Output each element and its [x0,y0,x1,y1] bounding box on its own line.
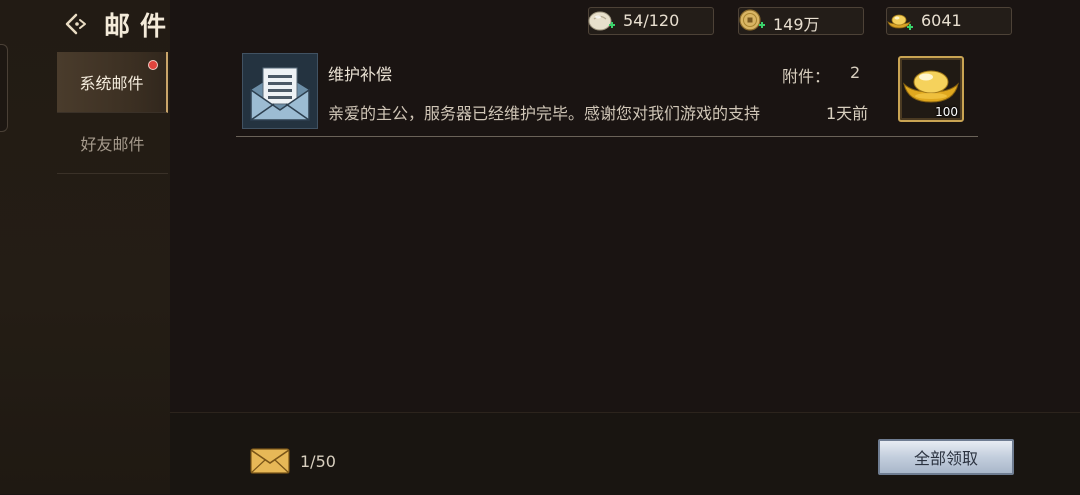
back-arrow-icon [65,13,86,35]
attachment-count: 2 [850,63,861,82]
gold-ingots-value: 6041 [921,11,962,30]
page-title: 邮件 [104,12,177,42]
coins-resource[interactable]: 149万 [738,7,864,35]
mail-subject: 维护补偿 [328,65,393,84]
gold-ingot-icon [903,70,959,103]
gold-ingot-icon [887,14,913,30]
stamina-value: 54/120 [623,11,680,30]
claim-all-button[interactable]: 全部领取 [878,439,1014,475]
reward-quantity: 100 [935,105,958,119]
sidebar-item-label: 系统邮件 [79,74,144,93]
mail-preview: 亲爱的主公，服务器已经维护完毕。感谢您对我们游戏的支持 [328,104,761,123]
mail-count: 1/50 [300,452,336,471]
edge-drawer-handle[interactable] [0,44,8,132]
envelope-icon [250,448,290,474]
mail-timestamp: 1天前 [826,104,869,123]
gold-ingot-resource[interactable]: 6041 [886,7,1012,35]
notification-dot [148,60,158,70]
reward-slot[interactable]: 100 [898,56,964,122]
attachment-label: 附件： [782,67,831,86]
stamina-resource[interactable]: 54/120 [588,7,714,35]
sidebar-item-system-mail[interactable]: 系统邮件 [57,52,168,113]
sidebar: 系统邮件 好友邮件 [57,52,168,174]
mail-thumbnail [242,53,318,129]
back-button[interactable] [62,10,94,38]
copper-coin-icon [739,9,765,31]
open-envelope-icon [250,67,310,121]
sidebar-item-friend-mail[interactable]: 好友邮件 [57,113,168,174]
mail-item[interactable]: 维护补偿 亲爱的主公，服务器已经维护完毕。感谢您对我们游戏的支持 附件： 2 1… [236,50,978,137]
sidebar-item-label: 好友邮件 [80,135,145,154]
steamed-bun-icon [588,11,615,31]
coins-value: 149万 [773,15,820,34]
